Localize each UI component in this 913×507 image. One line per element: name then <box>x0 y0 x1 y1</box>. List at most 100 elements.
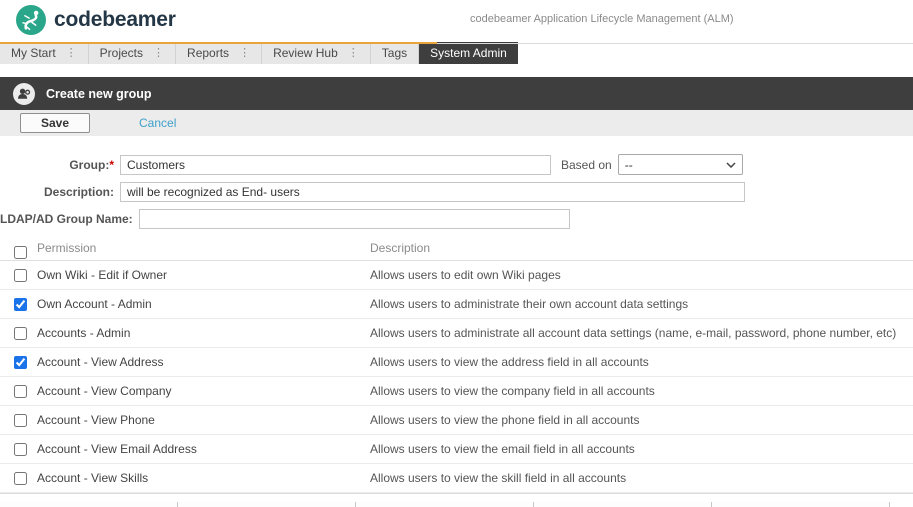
permissions-table-header: Permission Description <box>0 236 913 261</box>
header-gap <box>0 66 913 77</box>
permission-checkbox[interactable] <box>14 472 27 485</box>
permission-row: Account - View Skills Allows users to vi… <box>0 464 913 493</box>
tab-label: Reports <box>187 46 229 60</box>
permission-name: Own Account - Admin <box>37 290 370 318</box>
tab-accent-line <box>0 42 437 44</box>
tab-reports[interactable]: Reports ⋮ <box>176 42 262 64</box>
tab-hairline <box>437 43 913 44</box>
partial-fill <box>890 502 913 507</box>
permission-checkbox[interactable] <box>14 443 27 456</box>
permission-checkbox[interactable] <box>14 356 27 369</box>
tab-tags[interactable]: Tags <box>371 42 419 64</box>
permission-checkbox-cell <box>0 435 37 463</box>
description-column-header: Description <box>370 236 913 260</box>
tab-label: System Admin <box>430 46 507 60</box>
form-toolbar: Save Cancel <box>0 110 913 136</box>
required-asterisk: * <box>109 158 114 172</box>
permission-description: Allows users to administrate their own a… <box>370 290 913 318</box>
permission-description: Allows users to view the address field i… <box>370 348 913 376</box>
group-row: Group:* Based on -- <box>0 154 913 175</box>
ldap-group-input[interactable] <box>139 209 570 229</box>
page-title: Create new group <box>46 87 152 101</box>
description-input[interactable] <box>120 182 745 202</box>
permission-name: Account - View Skills <box>37 464 370 492</box>
description-row: Description: <box>0 182 913 202</box>
permission-checkbox[interactable] <box>14 298 27 311</box>
permission-row: Account - View Company Allows users to v… <box>0 377 913 406</box>
permission-name: Account - View Email Address <box>37 435 370 463</box>
cancel-link[interactable]: Cancel <box>139 116 176 130</box>
permission-checkbox-cell <box>0 406 37 434</box>
permissions-table: Permission Description Own Wiki - Edit i… <box>0 236 913 493</box>
select-all-cell <box>0 236 37 260</box>
permission-description: Allows users to view the phone field in … <box>370 406 913 434</box>
tab-label: Review Hub <box>273 46 338 60</box>
based-on-select[interactable]: -- <box>618 154 743 175</box>
description-label: Description: <box>0 185 114 199</box>
tab-menu-icon[interactable]: ⋮ <box>348 48 359 59</box>
permission-name: Account - View Company <box>37 377 370 405</box>
permission-checkbox[interactable] <box>14 414 27 427</box>
permission-row: Account - View Phone Allows users to vie… <box>0 406 913 435</box>
ldap-group-label: LDAP/AD Group Name: <box>0 212 133 226</box>
permission-name: Accounts - Admin <box>37 319 370 347</box>
tab-projects[interactable]: Projects ⋮ <box>89 42 176 64</box>
permission-checkbox-cell <box>0 319 37 347</box>
permission-row: Own Wiki - Edit if Owner Allows users to… <box>0 261 913 290</box>
permission-description: Allows users to edit own Wiki pages <box>370 261 913 289</box>
group-form: Group:* Based on -- Description: LDAP/AD… <box>0 136 913 229</box>
tab-menu-icon[interactable]: ⋮ <box>153 48 164 59</box>
permission-checkbox-cell <box>0 464 37 492</box>
logo-text: codebeamer <box>54 8 176 32</box>
permission-name: Own Wiki - Edit if Owner <box>37 261 370 289</box>
permission-row: Account - View Address Allows users to v… <box>0 348 913 377</box>
tab-label: Tags <box>382 46 407 60</box>
partial-cell <box>534 502 712 507</box>
group-name-input[interactable] <box>120 155 551 175</box>
tab-menu-icon[interactable]: ⋮ <box>239 48 250 59</box>
main-tab-bar: My Start ⋮ Projects ⋮ Reports ⋮ Review H… <box>0 42 913 66</box>
permission-name: Account - View Address <box>37 348 370 376</box>
permission-row: Account - View Email Address Allows user… <box>0 435 913 464</box>
permission-checkbox-cell <box>0 348 37 376</box>
permission-checkbox-cell <box>0 377 37 405</box>
permission-checkbox-cell <box>0 290 37 318</box>
permission-checkbox[interactable] <box>14 385 27 398</box>
partial-cell <box>712 502 890 507</box>
partial-next-section <box>0 493 913 507</box>
codebeamer-app: codebeamer codebeamer Application Lifecy… <box>0 0 913 507</box>
based-on-label: Based on <box>561 158 612 172</box>
permission-description: Allows users to view the email field in … <box>370 435 913 463</box>
permission-name: Account - View Phone <box>37 406 370 434</box>
tab-system-admin[interactable]: System Admin <box>419 42 518 64</box>
tab-bar-tabs: My Start ⋮ Projects ⋮ Reports ⋮ Review H… <box>0 42 913 64</box>
partial-cell <box>356 502 534 507</box>
tab-my-start[interactable]: My Start ⋮ <box>0 42 89 64</box>
chevron-down-icon <box>726 162 736 168</box>
permission-description: Allows users to administrate all account… <box>370 319 913 347</box>
permissions-table-body: Own Wiki - Edit if Owner Allows users to… <box>0 261 913 493</box>
tab-menu-icon[interactable]: ⋮ <box>66 48 77 59</box>
permission-description: Allows users to view the company field i… <box>370 377 913 405</box>
permission-checkbox[interactable] <box>14 269 27 282</box>
group-label: Group:* <box>0 158 114 172</box>
tab-label: My Start <box>11 46 56 60</box>
app-header: codebeamer codebeamer Application Lifecy… <box>0 0 913 40</box>
based-on-selected-value: -- <box>625 158 633 172</box>
permission-column-header: Permission <box>37 236 370 260</box>
tab-label: Projects <box>100 46 143 60</box>
permission-row: Own Account - Admin Allows users to admi… <box>0 290 913 319</box>
codebeamer-logo[interactable]: codebeamer <box>16 5 176 35</box>
permission-description: Allows users to view the skill field in … <box>370 464 913 492</box>
ldap-row: LDAP/AD Group Name: <box>0 209 913 229</box>
app-title: codebeamer Application Lifecycle Managem… <box>470 13 734 25</box>
permission-checkbox[interactable] <box>14 327 27 340</box>
permission-checkbox-cell <box>0 261 37 289</box>
save-button[interactable]: Save <box>20 113 90 133</box>
tab-review-hub[interactable]: Review Hub ⋮ <box>262 42 371 64</box>
partial-cell <box>178 502 356 507</box>
gecko-logo-icon <box>16 5 46 35</box>
permission-row: Accounts - Admin Allows users to adminis… <box>0 319 913 348</box>
select-all-checkbox[interactable] <box>14 246 27 259</box>
group-admin-icon <box>13 83 35 105</box>
